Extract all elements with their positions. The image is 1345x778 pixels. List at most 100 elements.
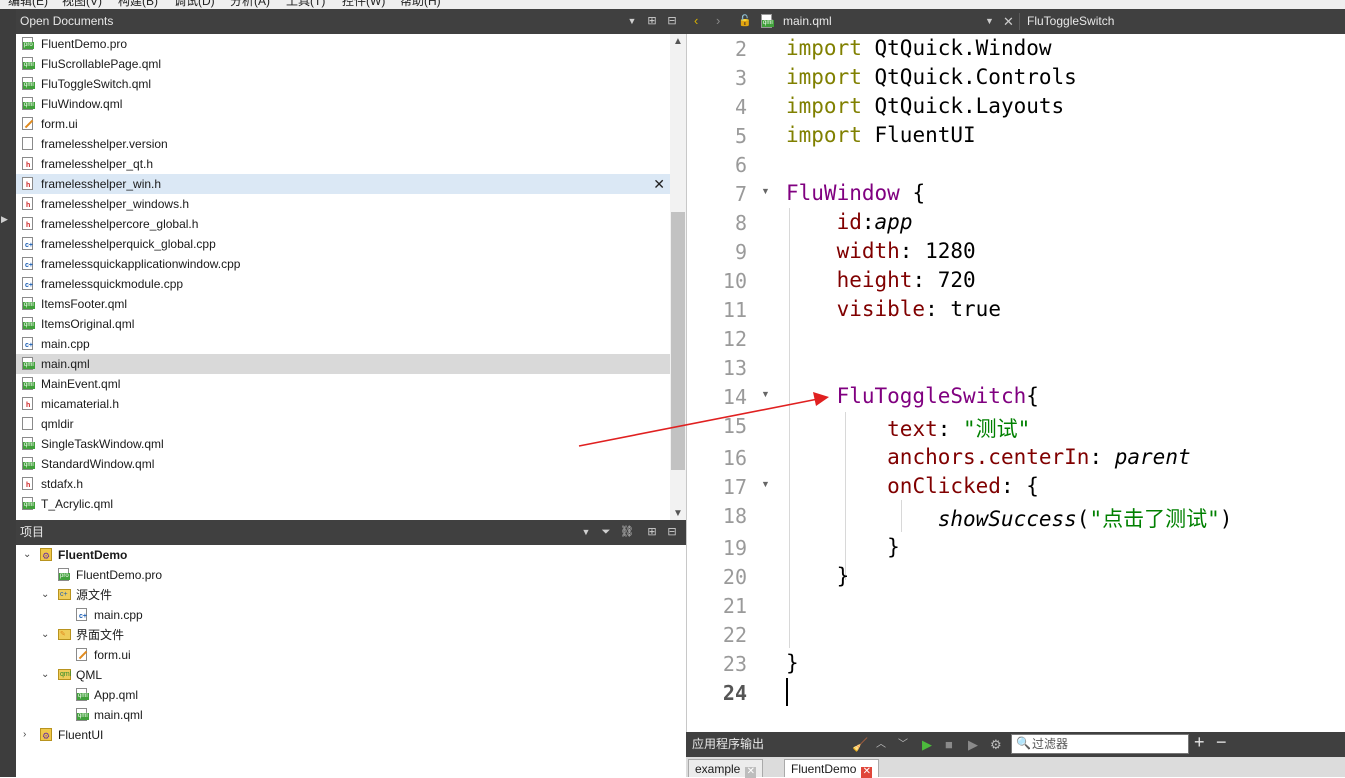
chevron-down-icon[interactable]: ⌄ bbox=[41, 585, 49, 605]
line-number: 11 bbox=[722, 298, 747, 322]
list-item[interactable]: h stdafx.h bbox=[16, 474, 670, 494]
current-file-name[interactable]: main.qml bbox=[783, 9, 832, 34]
code-editor[interactable]: 2 3 4 5 6 7 ▼ 8 9 10 11 12 13 14 ▼ 15 16… bbox=[686, 34, 1345, 732]
split-icon[interactable]: ⊞ bbox=[644, 524, 660, 540]
tab-example[interactable]: example ✕ bbox=[688, 759, 764, 778]
menu-edit[interactable]: 编辑(E) bbox=[8, 0, 48, 9]
project-header: 项目 ▼ ⏷ ⛓ ⊞ ⊟ bbox=[16, 520, 686, 545]
list-item[interactable]: qml FluWindow.qml bbox=[16, 94, 670, 114]
settings-icon[interactable]: ⚙ bbox=[990, 736, 1002, 753]
filter-input-box[interactable]: 🔍 bbox=[1011, 734, 1189, 754]
forward-icon[interactable]: › bbox=[716, 13, 720, 28]
line-number: 9 bbox=[734, 240, 747, 264]
list-item[interactable]: qml ItemsFooter.qml bbox=[16, 294, 670, 314]
project-tree: ⌄ FluentDemo pro FluentDemo.pro ⌄ c+ 源文件… bbox=[16, 545, 686, 777]
menu-debug[interactable]: 调试(D) bbox=[174, 0, 215, 9]
code-line: visible: true bbox=[836, 297, 1001, 321]
code-line: import QtQuick.Layouts bbox=[786, 94, 1065, 118]
list-item[interactable]: h micamaterial.h bbox=[16, 394, 670, 414]
stop-icon[interactable]: ■ bbox=[945, 736, 953, 753]
filter-icon[interactable]: ⏷ bbox=[598, 524, 614, 540]
list-item[interactable]: qml ItemsOriginal.qml bbox=[16, 314, 670, 334]
qml-file-icon: qml bbox=[22, 317, 35, 330]
open-documents-scrollbar[interactable]: ▲ ▼ bbox=[670, 34, 686, 520]
qml-file-icon: qml bbox=[22, 377, 35, 390]
open-documents-title: Open Documents bbox=[20, 14, 114, 28]
clear-output-icon[interactable]: 🧹 bbox=[852, 736, 868, 753]
list-item[interactable]: c+ framelessquickapplicationwindow.cpp bbox=[16, 254, 670, 274]
menu-analyze[interactable]: 分析(A) bbox=[230, 0, 270, 9]
menu-help[interactable]: 帮助(H) bbox=[400, 0, 441, 9]
code-line: id:app bbox=[836, 210, 913, 234]
code-line: FluToggleSwitch{ bbox=[836, 384, 1039, 408]
scrollbar-thumb[interactable] bbox=[671, 212, 685, 470]
list-item[interactable]: c+ framelessquickmodule.cpp bbox=[16, 274, 670, 294]
symbol-selector[interactable]: FluToggleSwitch bbox=[1027, 9, 1114, 34]
dropdown-icon[interactable]: ▼ bbox=[578, 524, 594, 540]
list-item[interactable]: qml FluScrollablePage.qml bbox=[16, 54, 670, 74]
link-icon[interactable]: ⛓ bbox=[619, 524, 635, 540]
file-dropdown-icon[interactable]: ▼ bbox=[985, 9, 994, 34]
add-output-button[interactable]: + bbox=[1194, 733, 1205, 751]
list-item[interactable]: framelesshelper.version bbox=[16, 134, 670, 154]
chevron-right-icon[interactable]: › bbox=[23, 725, 26, 745]
list-item[interactable]: qml main.qml bbox=[16, 354, 670, 374]
list-item[interactable]: h framelesshelpercore_global.h bbox=[16, 214, 670, 234]
list-item[interactable]: qmldir bbox=[16, 414, 670, 434]
debug-run-icon[interactable]: ▶ bbox=[968, 736, 978, 753]
chevron-down-icon[interactable]: ⌄ bbox=[23, 545, 31, 565]
scroll-up-icon[interactable]: ︿ bbox=[876, 736, 886, 753]
close-tab-icon[interactable]: ✕ bbox=[861, 767, 873, 778]
fold-marker-icon[interactable]: ▼ bbox=[761, 479, 770, 489]
fold-marker-icon[interactable]: ▼ bbox=[761, 186, 770, 196]
fold-marker-icon[interactable]: ▼ bbox=[761, 389, 770, 399]
close-pane-icon[interactable]: ⊟ bbox=[664, 13, 680, 29]
close-pane-icon[interactable]: ⊟ bbox=[664, 524, 680, 540]
menu-view[interactable]: 视图(V) bbox=[62, 0, 102, 9]
run-icon[interactable]: ▶ bbox=[922, 736, 932, 753]
line-number: 21 bbox=[722, 594, 747, 618]
cpp-file-icon: c+ bbox=[22, 337, 33, 350]
filter-input[interactable] bbox=[1032, 736, 1182, 752]
menu-controls[interactable]: 控件(W) bbox=[342, 0, 385, 9]
split-icon[interactable]: ⊞ bbox=[644, 13, 660, 29]
chevron-down-icon[interactable]: ⌄ bbox=[41, 665, 49, 685]
list-item[interactable]: qml MainEvent.qml bbox=[16, 374, 670, 394]
line-number: 23 bbox=[722, 652, 747, 676]
dropdown-icon[interactable]: ▼ bbox=[624, 13, 640, 29]
qml-file-icon: qml bbox=[76, 708, 89, 721]
line-number: 17 bbox=[722, 475, 747, 499]
list-item[interactable]: h framelesshelper_win.h ✕ bbox=[16, 174, 670, 194]
scroll-down-icon[interactable]: ▼ bbox=[673, 508, 683, 519]
list-item[interactable]: pro FluentDemo.pro bbox=[16, 34, 670, 54]
list-item[interactable]: qml SingleTaskWindow.qml bbox=[16, 434, 670, 454]
menu-tools[interactable]: 工具(T) bbox=[286, 0, 325, 9]
list-item[interactable]: qml T_Acrylic.qml bbox=[16, 494, 670, 514]
close-document-icon[interactable]: ✕ bbox=[653, 174, 665, 194]
expand-arrow-icon[interactable]: ▶ bbox=[1, 214, 8, 225]
close-tab-icon[interactable]: ✕ bbox=[745, 767, 757, 778]
scroll-up-icon[interactable]: ▲ bbox=[673, 36, 683, 47]
list-item[interactable]: h framelesshelper_qt.h bbox=[16, 154, 670, 174]
close-file-icon[interactable]: ✕ bbox=[1003, 9, 1014, 34]
qml-file-icon: qml bbox=[22, 497, 35, 510]
cpp-file-icon: c+ bbox=[22, 237, 33, 250]
header-file-icon: h bbox=[22, 197, 33, 210]
line-number: 22 bbox=[722, 623, 747, 647]
list-item[interactable]: h framelesshelper_windows.h bbox=[16, 194, 670, 214]
list-item[interactable]: form.ui bbox=[16, 114, 670, 134]
pro-file-icon: pro bbox=[58, 568, 70, 581]
cpp-file-icon: c+ bbox=[76, 608, 87, 621]
list-item[interactable]: qml StandardWindow.qml bbox=[16, 454, 670, 474]
header-file-icon: h bbox=[22, 397, 33, 410]
list-item[interactable]: qml FluToggleSwitch.qml bbox=[16, 74, 670, 94]
list-item[interactable]: c+ framelesshelperquick_global.cpp bbox=[16, 234, 670, 254]
list-item[interactable]: c+ main.cpp bbox=[16, 334, 670, 354]
toolbar-divider bbox=[1019, 13, 1020, 30]
scroll-down-icon[interactable]: ﹀ bbox=[898, 736, 908, 753]
remove-output-button[interactable]: − bbox=[1216, 733, 1227, 751]
menu-build[interactable]: 构建(B) bbox=[118, 0, 158, 9]
tab-fluentdemo[interactable]: FluentDemo ✕ bbox=[784, 759, 880, 778]
back-icon[interactable]: ‹ bbox=[694, 13, 698, 28]
chevron-down-icon[interactable]: ⌄ bbox=[41, 625, 49, 645]
